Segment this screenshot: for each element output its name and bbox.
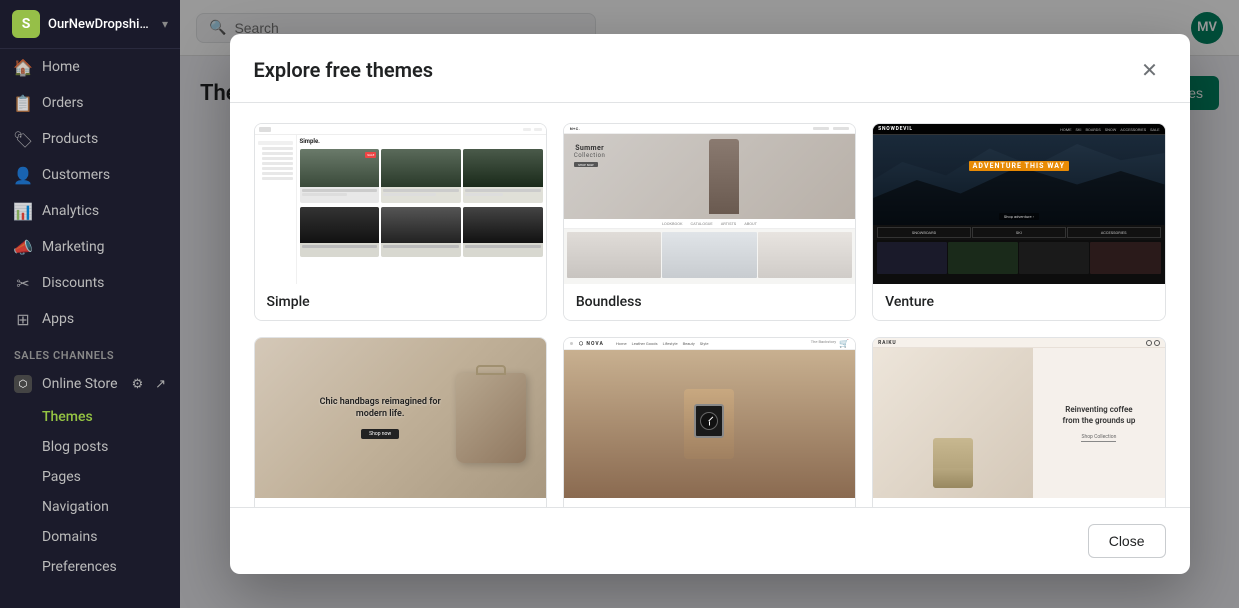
store-name: OurNewDropshippin... xyxy=(48,17,154,32)
pages-label: Pages xyxy=(42,469,81,485)
online-store-label: Online Store xyxy=(42,376,118,392)
sidebar-item-analytics[interactable]: 📊 Analytics xyxy=(0,193,180,229)
modal-body[interactable]: Simple. SALE xyxy=(230,103,1190,507)
main-content: 🔍 MV Themes Visit Online Store Explore f… xyxy=(180,0,1239,608)
modal-header: Explore free themes ✕ xyxy=(230,34,1190,103)
shopify-logo-icon: S xyxy=(12,10,40,38)
modal-title: Explore free themes xyxy=(254,58,434,82)
apps-icon: ⊞ xyxy=(14,310,32,328)
navigation-label: Navigation xyxy=(42,499,109,515)
sidebar-sub-item-themes[interactable]: Themes xyxy=(0,402,180,432)
store-dropdown-icon[interactable]: ▾ xyxy=(162,17,168,31)
theme-preview-venture: SNOWDEVIL HOME SKI BOARDS SNOW ACCESSORI… xyxy=(873,124,1164,284)
sidebar-item-home[interactable]: 🏠 Home xyxy=(0,49,180,85)
discounts-icon: ✂ xyxy=(14,274,32,292)
theme-name-brooklyn: Brooklyn xyxy=(255,498,546,507)
sidebar-item-marketing[interactable]: 📣 Marketing xyxy=(0,229,180,265)
themes-grid: Simple. SALE xyxy=(254,123,1166,507)
sidebar-item-online-store[interactable]: ⬡ Online Store ⚙ ↗ xyxy=(0,366,180,402)
blog-posts-label: Blog posts xyxy=(42,439,108,455)
orders-icon: 📋 xyxy=(14,94,32,112)
home-icon: 🏠 xyxy=(14,58,32,76)
domains-label: Domains xyxy=(42,529,97,545)
sidebar-item-orders[interactable]: 📋 Orders xyxy=(0,85,180,121)
theme-name-simple: Simple xyxy=(255,284,546,320)
theme-card-boundless[interactable]: N+C. xyxy=(563,123,856,321)
sidebar-item-products[interactable]: 🏷 Products xyxy=(0,121,180,157)
sidebar-item-label: Discounts xyxy=(42,275,104,291)
modal-footer: Close xyxy=(230,507,1190,574)
customers-icon: 👤 xyxy=(14,166,32,184)
sidebar-item-label: Marketing xyxy=(42,239,105,255)
sidebar-sub-item-blog-posts[interactable]: Blog posts xyxy=(0,432,180,462)
explore-themes-modal: Explore free themes ✕ xyxy=(230,34,1190,574)
modal-close-button[interactable]: ✕ xyxy=(1134,54,1166,86)
theme-card-brooklyn[interactable]: Chic handbags reimagined for modern life… xyxy=(254,337,547,507)
online-store-external-icon[interactable]: ↗ xyxy=(155,377,166,392)
sidebar-item-label: Home xyxy=(42,59,80,75)
analytics-icon: 📊 xyxy=(14,202,32,220)
sidebar-item-label: Orders xyxy=(42,95,84,111)
theme-card-venture[interactable]: SNOWDEVIL HOME SKI BOARDS SNOW ACCESSORI… xyxy=(872,123,1165,321)
modal-overlay[interactable]: Explore free themes ✕ xyxy=(180,0,1239,608)
online-store-settings-icon[interactable]: ⚙ xyxy=(132,377,144,392)
sidebar-sub-item-domains[interactable]: Domains xyxy=(0,522,180,552)
sidebar: S OurNewDropshippin... ▾ 🏠 Home 📋 Orders… xyxy=(0,0,180,608)
products-icon: 🏷 xyxy=(14,130,32,148)
theme-card-simple[interactable]: Simple. SALE xyxy=(254,123,547,321)
theme-preview-nova: ⬡ NOVA Home Leather Goods Lifestyle Beau… xyxy=(564,338,855,498)
theme-preview-boundless: N+C. xyxy=(564,124,855,284)
online-store-icon: ⬡ xyxy=(14,375,32,393)
theme-preview-brooklyn: Chic handbags reimagined for modern life… xyxy=(255,338,546,498)
sales-channels-label: SALES CHANNELS xyxy=(0,337,180,366)
marketing-icon: 📣 xyxy=(14,238,32,256)
theme-preview-raiku: RAIKU xyxy=(873,338,1164,498)
sidebar-sub-item-preferences[interactable]: Preferences xyxy=(0,552,180,582)
sidebar-item-label: Apps xyxy=(42,311,74,327)
themes-label: Themes xyxy=(42,409,93,425)
sidebar-sub-item-pages[interactable]: Pages xyxy=(0,462,180,492)
sidebar-item-label: Products xyxy=(42,131,98,147)
sidebar-sub-item-navigation[interactable]: Navigation xyxy=(0,492,180,522)
theme-name-raiku: Raiku xyxy=(873,498,1164,507)
sidebar-item-customers[interactable]: 👤 Customers xyxy=(0,157,180,193)
sidebar-item-apps[interactable]: ⊞ Apps xyxy=(0,301,180,337)
sidebar-item-label: Customers xyxy=(42,167,110,183)
close-button[interactable]: Close xyxy=(1088,524,1166,558)
sidebar-item-discounts[interactable]: ✂ Discounts xyxy=(0,265,180,301)
sidebar-header[interactable]: S OurNewDropshippin... ▾ xyxy=(0,0,180,49)
theme-preview-simple: Simple. SALE xyxy=(255,124,546,284)
theme-card-raiku[interactable]: RAIKU xyxy=(872,337,1165,507)
theme-name-boundless: Boundless xyxy=(564,284,855,320)
sidebar-item-label: Analytics xyxy=(42,203,99,219)
preferences-label: Preferences xyxy=(42,559,117,575)
theme-card-nova[interactable]: ⬡ NOVA Home Leather Goods Lifestyle Beau… xyxy=(563,337,856,507)
theme-name-nova: Nova xyxy=(564,498,855,507)
theme-name-venture: Venture xyxy=(873,284,1164,320)
